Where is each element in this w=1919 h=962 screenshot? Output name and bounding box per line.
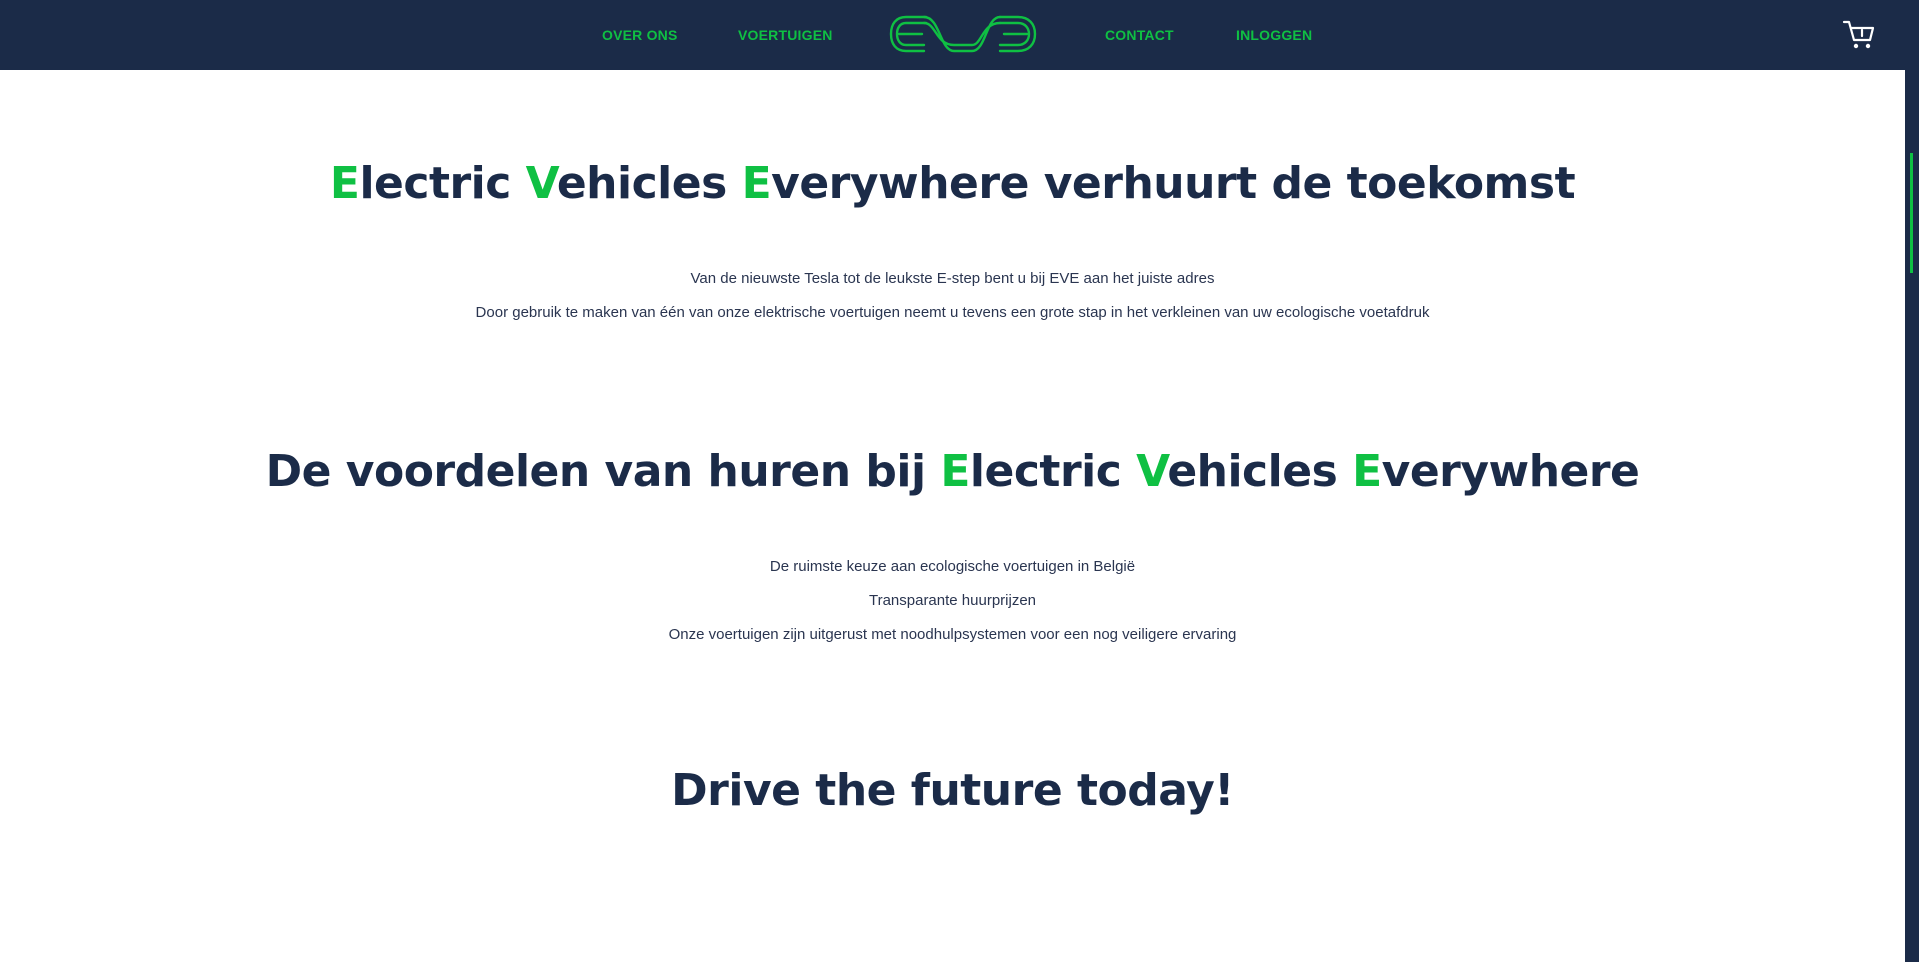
heading-initial-e: E	[940, 446, 970, 497]
heading-word-lectric: lectric	[359, 158, 526, 209]
benefit-item: Onze voertuigen zijn uitgerust met noodh…	[668, 626, 1237, 643]
heading-initial-v: V	[1136, 446, 1168, 497]
heading-initial-v: V	[525, 158, 558, 209]
benefits-heading: De voordelen van huren bij Electric Vehi…	[0, 446, 1905, 497]
heading-rest: verywhere verhuurt de toekomst	[771, 158, 1576, 209]
main-content: Electric Vehicles Everywhere verhuurt de…	[0, 70, 1905, 962]
benefit-item: De ruimste keuze aan ecologische voertui…	[769, 558, 1136, 575]
top-navbar: OVER ONS VOERTUIGEN CONTACT INLOGGEN	[0, 0, 1919, 70]
hero-text-line-2: Door gebruik te maken van één van onze e…	[475, 304, 1430, 321]
heading-initial-e2: E	[741, 158, 772, 209]
eve-logo-icon[interactable]	[888, 12, 1038, 56]
heading-word-verywhere: verywhere	[1381, 446, 1640, 497]
heading-word-ehicles: ehicles	[556, 158, 742, 209]
shopping-cart-icon[interactable]	[1842, 18, 1876, 52]
heading-initial-e2: E	[1352, 446, 1382, 497]
nav-link-voertuigen[interactable]: VOERTUIGEN	[738, 0, 833, 70]
cta-heading: Drive the future today!	[671, 765, 1234, 816]
heading-initial-e: E	[329, 158, 360, 209]
hero-heading: Electric Vehicles Everywhere verhuurt de…	[0, 158, 1905, 209]
nav-link-inloggen[interactable]: INLOGGEN	[1236, 0, 1312, 70]
heading-word-lectric: lectric	[969, 446, 1137, 497]
nav-link-over-ons[interactable]: OVER ONS	[602, 0, 678, 70]
hero-text-line-1: Van de nieuwste Tesla tot de leukste E-s…	[690, 270, 1215, 287]
nav-link-contact[interactable]: CONTACT	[1105, 0, 1174, 70]
scrollbar-thumb[interactable]	[1910, 153, 1913, 273]
benefit-item: Transparante huurprijzen	[868, 592, 1037, 609]
heading-word-ehicles: ehicles	[1167, 446, 1353, 497]
benefits-heading-prefix: De voordelen van huren bij	[265, 446, 941, 497]
